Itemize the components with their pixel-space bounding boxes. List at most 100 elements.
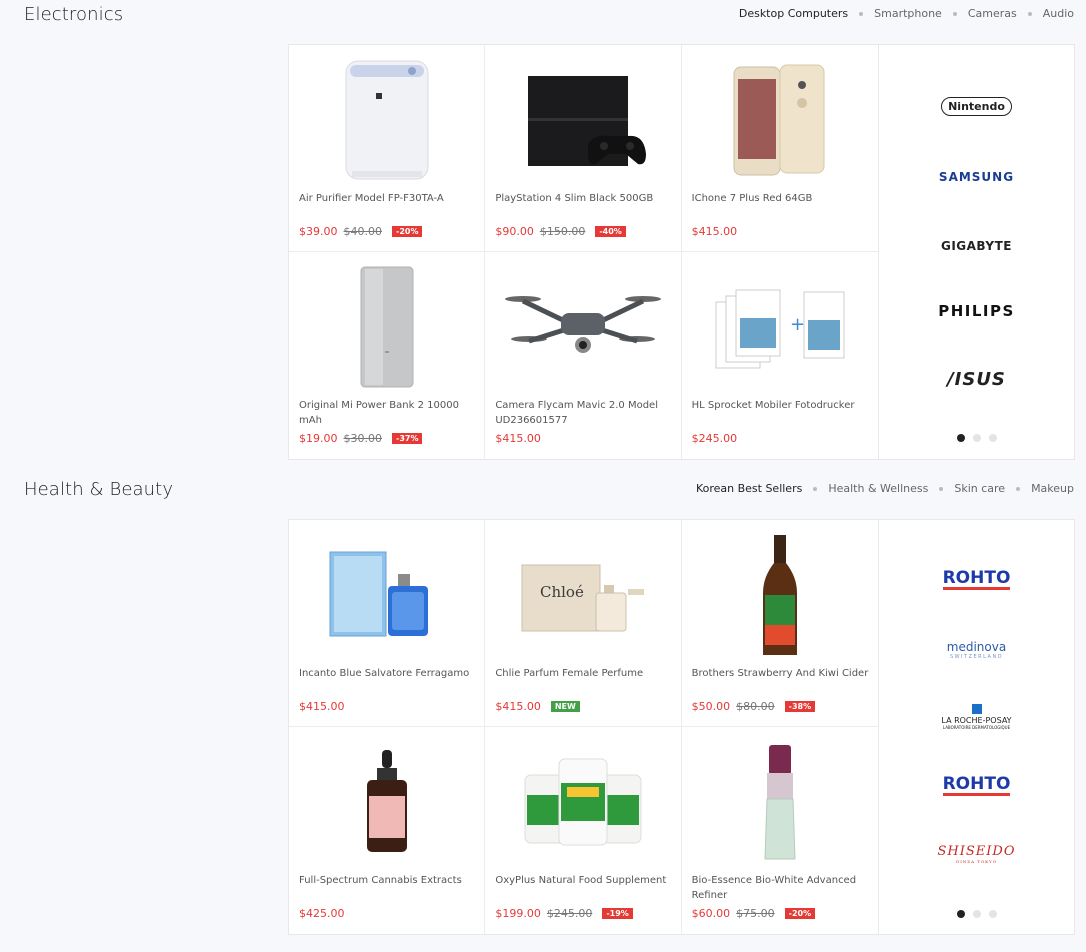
carousel-dot[interactable]: [972, 910, 981, 918]
brand-logo-shiseido[interactable]: SHISEIDO GINZA TOKYO: [879, 844, 1074, 864]
product-price: $415.00: [691, 225, 738, 238]
product-name[interactable]: Incanto Blue Salvatore Ferragamo: [299, 666, 476, 681]
price-row: $19.00 $30.00 -37%: [299, 432, 423, 445]
product-name[interactable]: OxyPlus Natural Food Supplement: [495, 873, 672, 888]
product-card[interactable]: IChone 7 Plus Red 64GB $415.00: [681, 45, 878, 252]
category-tabs: Korean Best Sellers Health & Wellness Sk…: [696, 482, 1074, 495]
tab-health-wellness[interactable]: Health & Wellness: [828, 482, 928, 495]
tab-separator: [952, 11, 957, 16]
section-title: Health & Beauty: [24, 479, 174, 500]
product-card[interactable]: + HL Sprocket Mobiler Fotodrucker $245.0…: [681, 252, 878, 459]
brand-logo-medinova[interactable]: medinova SWITZERLAND: [879, 640, 1074, 660]
price-row: $415.00: [495, 432, 541, 445]
old-price: $150.00: [539, 225, 586, 238]
drone-image[interactable]: [495, 260, 670, 396]
new-badge: NEW: [550, 701, 580, 712]
price-row: $415.00 NEW: [495, 700, 580, 713]
perfume-blue-image[interactable]: [299, 528, 474, 664]
category-tabs: Desktop Computers Smartphone Cameras Aud…: [739, 7, 1074, 20]
health-beauty-section: Health & Beauty Korean Best Sellers Heal…: [0, 475, 1086, 937]
carousel-dots: [879, 434, 1074, 442]
discount-badge: -37%: [392, 433, 423, 444]
price-row: $415.00: [692, 225, 738, 238]
product-card[interactable]: Camera Flycam Mavic 2.0 Model UD23660157…: [485, 252, 682, 459]
carousel-dot[interactable]: [988, 434, 997, 442]
power-bank-image[interactable]: [299, 260, 474, 396]
product-name[interactable]: Camera Flycam Mavic 2.0 Model UD23660157…: [495, 398, 672, 428]
product-price: $50.00: [691, 700, 731, 713]
product-price: $90.00: [495, 225, 534, 238]
carousel-dot[interactable]: [956, 434, 965, 442]
price-row: $50.00 $80.00 -38%: [691, 700, 816, 713]
brand-logo-gigabyte[interactable]: GIGABYTE: [879, 235, 1074, 254]
svg-text:Chloé: Chloé: [540, 583, 584, 601]
brand-logo-rohto-2[interactable]: ROHTO: [879, 774, 1074, 796]
smartphone-image[interactable]: [692, 53, 868, 189]
product-name[interactable]: Original Mi Power Bank 2 10000 mAh: [299, 398, 476, 428]
product-name[interactable]: Air Purifier Model FP-F30TA-A: [299, 191, 476, 206]
brand-logo-asus[interactable]: /ISUS: [879, 369, 1074, 390]
tab-korean-best-sellers[interactable]: Korean Best Sellers: [696, 482, 802, 495]
old-price: $245.00: [546, 907, 593, 920]
product-name[interactable]: Brothers Strawberry And Kiwi Cider: [692, 666, 870, 681]
product-price: $245.00: [691, 432, 738, 445]
product-name[interactable]: Bio-Essence Bio-White Advanced Refiner: [692, 873, 870, 903]
old-price: $30.00: [343, 432, 383, 445]
product-name[interactable]: Chlie Parfum Female Perfume: [495, 666, 672, 681]
air-purifier-image[interactable]: [299, 53, 474, 189]
game-console-image[interactable]: [495, 53, 670, 189]
product-card[interactable]: Full-Spectrum Cannabis Extracts $425.00: [289, 727, 486, 934]
carousel-dot[interactable]: [972, 434, 981, 442]
product-name[interactable]: IChone 7 Plus Red 64GB: [692, 191, 870, 206]
brand-carousel: ROHTO medinova SWITZERLAND LA ROCHE-POSAY…: [878, 519, 1075, 935]
cider-bottle-image[interactable]: [692, 528, 868, 664]
product-card[interactable]: Chloé Chlie Parfum Female Perfume $415.0…: [485, 520, 682, 727]
product-name[interactable]: HL Sprocket Mobiler Fotodrucker: [692, 398, 870, 413]
tab-skin-care[interactable]: Skin care: [954, 482, 1005, 495]
electronics-section: Electronics Desktop Computers Smartphone…: [0, 0, 1086, 460]
product-card[interactable]: Incanto Blue Salvatore Ferragamo $415.00: [289, 520, 486, 727]
product-card[interactable]: Bio-Essence Bio-White Advanced Refiner $…: [681, 727, 878, 934]
product-name[interactable]: PlayStation 4 Slim Black 500GB: [495, 191, 672, 206]
price-row: $39.00 $40.00 -20%: [299, 225, 423, 238]
product-card[interactable]: Air Purifier Model FP-F30TA-A $39.00 $40…: [289, 45, 486, 252]
product-name[interactable]: Full-Spectrum Cannabis Extracts: [299, 873, 476, 888]
product-price: $425.00: [299, 907, 345, 920]
dropper-bottle-image[interactable]: [299, 735, 474, 871]
discount-badge: -19%: [602, 908, 633, 919]
product-card[interactable]: PlayStation 4 Slim Black 500GB $90.00 $1…: [485, 45, 682, 252]
brand-logo-la-roche-posay[interactable]: LA ROCHE-POSAY LABORATOIRE DERMATOLOGIQUE: [879, 704, 1074, 730]
carousel-dot[interactable]: [956, 910, 965, 918]
tab-smartphone[interactable]: Smartphone: [874, 7, 942, 20]
discount-badge: -38%: [784, 701, 816, 712]
product-price: $415.00: [495, 432, 541, 445]
product-card[interactable]: Original Mi Power Bank 2 10000 mAh $19.0…: [289, 252, 486, 459]
discount-badge: -20%: [392, 226, 423, 237]
product-card[interactable]: Brothers Strawberry And Kiwi Cider $50.0…: [681, 520, 878, 727]
tab-desktop-computers[interactable]: Desktop Computers: [739, 7, 848, 20]
brand-logo-rohto[interactable]: ROHTO: [879, 568, 1074, 590]
tab-separator: [1016, 486, 1021, 491]
svg-text:+: +: [790, 314, 805, 335]
discount-badge: -40%: [595, 226, 626, 237]
tab-audio[interactable]: Audio: [1043, 7, 1074, 20]
brand-logo-samsung[interactable]: SAMSUNG: [879, 166, 1074, 185]
carousel-dot[interactable]: [988, 910, 997, 918]
product-price: $60.00: [691, 907, 731, 920]
old-price: $80.00: [736, 700, 775, 713]
photo-paper-image[interactable]: +: [692, 260, 868, 396]
brand-carousel: Nintendo SAMSUNG GIGABYTE PHILIPS /ISUS: [878, 44, 1075, 460]
supplement-jars-image[interactable]: [495, 735, 670, 871]
serum-bottle-image[interactable]: [692, 735, 868, 871]
brand-logo-philips[interactable]: PHILIPS: [879, 301, 1074, 320]
tab-cameras[interactable]: Cameras: [968, 7, 1017, 20]
brand-logo-nintendo[interactable]: Nintendo: [879, 95, 1074, 116]
tab-separator: [859, 11, 864, 16]
product-grid: Incanto Blue Salvatore Ferragamo $415.00…: [288, 519, 879, 935]
product-price: $199.00: [495, 907, 541, 920]
tab-makeup[interactable]: Makeup: [1031, 482, 1074, 495]
tab-separator: [813, 486, 818, 491]
product-card[interactable]: OxyPlus Natural Food Supplement $199.00 …: [485, 727, 682, 934]
product-price: $39.00: [299, 225, 338, 238]
perfume-chloe-image[interactable]: Chloé: [495, 528, 670, 664]
